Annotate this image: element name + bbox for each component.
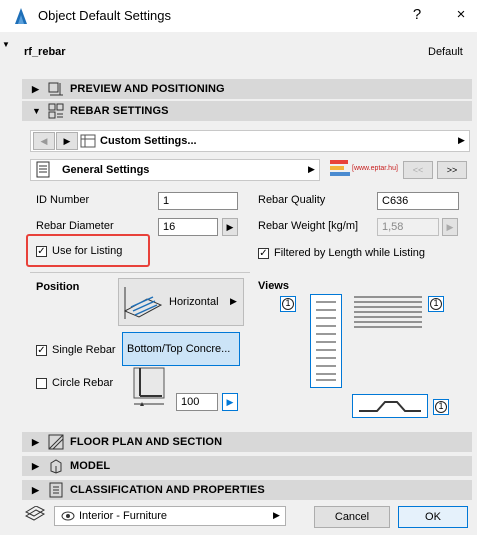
layer-name: Interior - Furniture (79, 510, 168, 522)
expand-arrow-icon: ▶ (32, 485, 39, 495)
help-button[interactable]: ? (404, 6, 430, 23)
views-label: Views (258, 280, 289, 292)
cover-section-icon (133, 367, 165, 406)
section-floor-plan[interactable]: ▶ FLOOR PLAN AND SECTION (22, 432, 472, 452)
horizontal-rebar-icon (123, 287, 163, 319)
prev-settings-button[interactable]: << (403, 161, 433, 179)
position-mode-label: Horizontal (169, 296, 219, 308)
bottom-top-concrete-button[interactable]: Bottom/Top Concre... (122, 332, 240, 366)
archicad-logo-icon (15, 8, 27, 24)
diameter-picker-button[interactable]: ▶ (222, 218, 238, 236)
id-number-label: ID Number (36, 194, 90, 206)
floor-plan-icon (48, 434, 64, 450)
view-badge-number: 1 (433, 298, 439, 308)
section-label: CLASSIFICATION AND PROPERTIES (70, 484, 265, 496)
section-rebar-settings[interactable]: ▼ REBAR SETTINGS (22, 101, 472, 121)
model-icon (50, 459, 62, 474)
id-number-input[interactable]: 1 (158, 192, 238, 210)
section-label: MODEL (70, 460, 111, 472)
single-rebar-label: Single Rebar (52, 344, 116, 356)
dropdown-arrow-icon: ▶ (230, 296, 237, 306)
bent-rebar-icon (359, 401, 421, 412)
eptar-link[interactable]: [www.eptar.hu] (352, 165, 398, 172)
circle-rebar-checkbox[interactable] (36, 378, 47, 389)
rebar-weight-input: 1,58 (377, 218, 439, 236)
custom-settings-bar (30, 130, 470, 152)
section-label: REBAR SETTINGS (70, 105, 169, 117)
section-model[interactable]: ▶ MODEL (22, 456, 472, 476)
side-view-rebar-icon (316, 301, 336, 381)
use-for-listing-label: Use for Listing (52, 245, 123, 257)
section-preview-positioning[interactable]: ▶ PREVIEW AND POSITIONING (22, 79, 472, 99)
filtered-by-length-checkbox[interactable]: ✓ (258, 248, 269, 259)
eye-icon (61, 511, 75, 521)
cancel-button[interactable]: Cancel (314, 506, 390, 528)
top-view-panel[interactable] (352, 294, 424, 334)
classification-icon (49, 482, 63, 498)
rebar-settings-icon (48, 103, 64, 119)
single-rebar-checkbox[interactable]: ✓ (36, 345, 47, 356)
position-mode-button[interactable]: Horizontal ▶ (118, 278, 244, 326)
rebar-diameter-label: Rebar Diameter (36, 220, 114, 232)
circle-rebar-label: Circle Rebar (52, 377, 114, 389)
view-badge-number: 1 (438, 401, 444, 411)
dropdown-arrow-icon: ▶ (308, 164, 315, 174)
next-page-button[interactable]: ▶ (56, 132, 78, 150)
object-name: rf_rebar (24, 46, 66, 58)
use-for-listing-checkbox[interactable]: ✓ (36, 246, 47, 257)
dropdown-arrow-icon: ▶ (273, 510, 280, 520)
default-label: Default (428, 46, 463, 58)
prev-page-button[interactable]: ◀ (33, 132, 55, 150)
position-label: Position (36, 281, 80, 293)
custom-settings-label[interactable]: Custom Settings... (100, 135, 197, 147)
section-label: FLOOR PLAN AND SECTION (70, 436, 223, 448)
expand-arrow-icon: ▶ (32, 84, 39, 94)
dropdown-arrow-icon[interactable]: ▶ (458, 135, 465, 146)
document-icon (36, 161, 50, 178)
top-view-rebar-icon (354, 296, 422, 328)
filtered-by-length-label: Filtered by Length while Listing (274, 247, 426, 259)
window-title: Object Default Settings (38, 8, 171, 23)
expand-arrow-icon: ▶ (32, 461, 39, 471)
custom-settings-icon (80, 134, 96, 148)
close-button[interactable]: × (448, 6, 474, 23)
ok-button[interactable]: OK (398, 506, 468, 528)
rebar-quality-input[interactable]: C636 (377, 192, 459, 210)
cover-value-input[interactable]: 100 (176, 393, 218, 411)
collapse-arrow-icon[interactable]: ▼ (2, 40, 10, 49)
cover-picker-button[interactable]: ▶ (222, 393, 238, 411)
preview-positioning-icon (48, 82, 63, 96)
section-classification[interactable]: ▶ CLASSIFICATION AND PROPERTIES (22, 480, 472, 500)
general-settings-label: General Settings (62, 164, 150, 176)
rebar-quality-label: Rebar Quality (258, 194, 326, 206)
weight-picker-button: ▶ (442, 218, 458, 236)
side-view-panel[interactable] (310, 294, 342, 388)
rebar-diameter-input[interactable]: 16 (158, 218, 218, 236)
expand-arrow-icon: ▶ (32, 437, 39, 447)
layer-icon (24, 506, 46, 521)
eptar-logo-icon (330, 160, 350, 176)
collapse-arrow-icon: ▼ (32, 106, 41, 116)
next-settings-button[interactable]: >> (437, 161, 467, 179)
rebar-weight-label: Rebar Weight [kg/m] (258, 220, 359, 232)
view-badge-number: 1 (285, 298, 291, 308)
layer-dropdown[interactable]: Interior - Furniture ▶ (54, 506, 286, 526)
section-label: PREVIEW AND POSITIONING (70, 83, 225, 95)
section-view-panel[interactable] (352, 394, 428, 418)
